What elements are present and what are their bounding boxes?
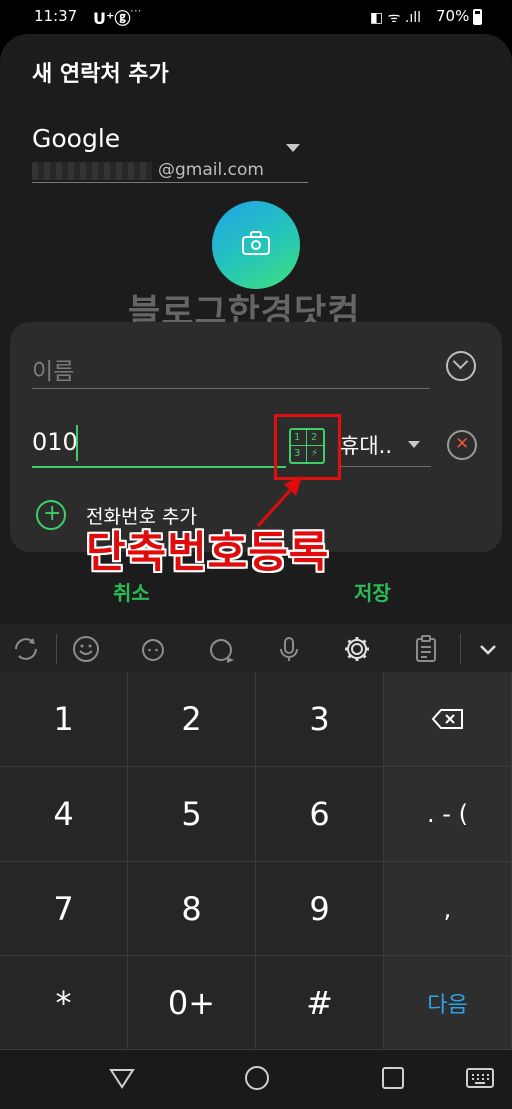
speed-dial-divider-v [306,430,307,462]
dialog-title: 새 연락처 추가 [32,62,169,87]
account-email: @gmail.com [158,160,264,180]
gif-icon[interactable] [205,633,237,665]
chevron-down-icon[interactable] [472,633,504,665]
backspace-icon [431,709,463,729]
speed-dial-divider-h [291,445,323,446]
symbols-key[interactable]: . - ( [384,767,512,862]
save-button[interactable]: 저장 [354,577,391,606]
recent-apps-icon[interactable] [382,1067,404,1089]
text-cursor [76,425,78,461]
key-3[interactable]: 3 [256,672,384,767]
key-8[interactable]: 8 [128,862,256,956]
key-9[interactable]: 9 [256,862,384,956]
chevron-down-icon[interactable] [408,441,420,448]
numeric-keypad: 1 2 3 4 5 6 . - ( 7 8 9 , * 0+ # 다음 [0,672,512,1050]
email-redaction [32,162,152,180]
sticker-icon[interactable] [137,633,169,665]
key-5[interactable]: 5 [128,767,256,862]
gear-icon[interactable] [341,633,373,665]
speed-dial-digit: 2 [311,432,318,443]
phone-type-underline [340,466,431,467]
more-notifications-icon: ··· [130,4,142,18]
key-6[interactable]: 6 [256,767,384,862]
system-icons: ◧ ᯤ .ıll [370,10,422,26]
speed-dial-digit: 1 [294,432,301,443]
back-icon[interactable] [108,1066,136,1090]
account-underline [32,182,308,183]
account-selector[interactable]: Google [32,124,120,153]
key-hash[interactable]: # [256,956,384,1050]
speed-dial-digit: 3 [294,448,301,459]
key-2[interactable]: 2 [128,672,256,767]
toolbar-divider [56,634,57,664]
key-1[interactable]: 1 [0,672,128,767]
annotation-label: 단축번호등록 [86,528,330,578]
clipboard-icon[interactable] [410,633,442,665]
translate-icon[interactable] [10,633,42,665]
phone-type-selector[interactable]: 휴대.. [340,430,392,460]
keyboard-icon[interactable] [466,1068,494,1088]
toolbar-divider [460,634,461,664]
next-key[interactable]: 다음 [384,956,512,1050]
battery-level [475,14,480,23]
home-icon[interactable] [245,1066,269,1090]
name-field[interactable]: 이름 [32,352,74,386]
status-time: 11:37 [34,7,78,25]
key-7[interactable]: 7 [0,862,128,956]
close-icon: ✕ [455,434,470,454]
name-underline [32,388,430,389]
key-star[interactable]: * [0,956,128,1050]
microphone-icon[interactable] [273,633,305,665]
key-4[interactable]: 4 [0,767,128,862]
speed-dial-digit: ⚡ [311,448,319,459]
chevron-down-icon[interactable] [286,144,300,152]
comma-key[interactable]: , [384,862,512,956]
phone-number-field[interactable]: 010 [32,428,78,456]
carrier-label: U⁺ⓖ [93,9,131,28]
emoji-icon[interactable] [70,633,102,665]
camera-lens-icon [251,240,261,250]
backspace-key[interactable] [384,672,512,767]
plus-icon: + [43,501,62,526]
status-bar: 11:37 U⁺ⓖ ··· ◧ ᯤ .ıll 70% [0,0,512,34]
battery-percent: 70% [436,7,470,25]
cancel-button[interactable]: 취소 [113,577,150,606]
key-0-plus[interactable]: 0+ [128,956,256,1050]
